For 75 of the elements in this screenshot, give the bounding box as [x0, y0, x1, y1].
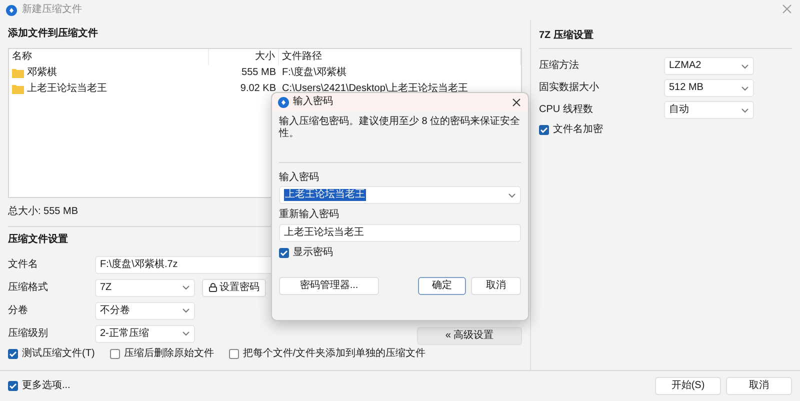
app-icon: [278, 96, 289, 108]
dropdown[interactable]: LZMA2: [664, 57, 754, 75]
checkbox-label: 文件名加密: [553, 124, 603, 136]
close-icon: [782, 4, 792, 14]
lock-icon: [208, 283, 216, 292]
field-value: F:\度盘\邓紫棋.7z: [100, 258, 178, 270]
dropdown-value: 512 MB: [669, 82, 704, 94]
cancel-button[interactable]: 取消: [471, 276, 521, 294]
checkbox-label: 显示密码: [293, 246, 333, 258]
advanced-settings-button[interactable]: « 高级设置: [417, 326, 522, 344]
checkbox-label: 测试压缩文件(T): [22, 348, 95, 360]
section-heading: 添加文件到压缩文件: [8, 28, 98, 40]
chevron-down-icon: [182, 308, 190, 313]
dropdown-value: 7Z: [100, 282, 112, 294]
field-value: 上老王论坛当老王: [284, 226, 364, 238]
password-manager-button[interactable]: 密码管理器...: [279, 276, 379, 294]
field-label: 压缩级别: [8, 328, 49, 340]
checkbox[interactable]: [8, 381, 18, 391]
checkbox[interactable]: [110, 348, 120, 358]
checkbox-label: 压缩后删除原始文件: [124, 348, 214, 360]
dialog-title: 输入密码: [293, 96, 333, 108]
file-name[interactable]: 邓紫棋: [27, 67, 57, 79]
start-button[interactable]: 开始(S): [655, 377, 721, 395]
dropdown[interactable]: 自动: [664, 101, 754, 119]
checkbox[interactable]: [228, 348, 239, 358]
column-header[interactable]: 文件路径: [279, 49, 521, 65]
field-label: CPU 线程数: [539, 104, 593, 116]
column-header[interactable]: 大小: [209, 49, 279, 65]
checkbox[interactable]: [8, 348, 18, 358]
chevron-down-icon: [508, 192, 516, 198]
folder-icon: [12, 84, 24, 94]
file-path: C:\Users\2421\Desktop\上老王论坛当老王: [281, 83, 470, 95]
field-label: 固实数据大小: [539, 82, 599, 94]
app-icon: [6, 4, 17, 16]
field-label: 压缩方法: [539, 60, 579, 72]
section-heading: 压缩文件设置: [8, 234, 68, 246]
dropdown-value: 自动: [669, 104, 689, 116]
set-password-button[interactable]: 设置密码: [202, 278, 266, 296]
checkbox[interactable]: [539, 124, 549, 134]
total-size: 总大小: 555 MB: [8, 206, 78, 218]
chevron-down-icon: [741, 64, 749, 68]
chevron-down-icon: [182, 331, 190, 336]
chevron-down-icon: [182, 285, 190, 290]
field-value: 上老王论坛当老王: [284, 189, 366, 201]
dropdown-value: LZMA2: [669, 60, 702, 72]
file-size: 555 MB: [240, 67, 277, 79]
dropdown-value: 2-正常压缩: [100, 328, 149, 340]
field-label: 压缩格式: [8, 282, 49, 294]
chevron-down-icon: [741, 86, 749, 90]
ok-button[interactable]: 确定: [418, 276, 466, 294]
close-icon[interactable]: [512, 98, 521, 107]
section-heading: 7Z 压缩设置: [539, 30, 594, 42]
field-label: 分卷: [8, 304, 29, 316]
cancel-button[interactable]: 取消: [726, 377, 792, 395]
dropdown[interactable]: 2-正常压缩: [95, 324, 195, 342]
file-name[interactable]: 上老王论坛当老王: [27, 83, 107, 95]
dropdown[interactable]: 7Z: [95, 278, 195, 296]
checkbox[interactable]: [279, 248, 289, 258]
window-title: 新建压缩文件: [22, 4, 82, 16]
dropdown-value: 不分卷: [100, 304, 130, 316]
checkbox-label: 更多选项...: [22, 380, 70, 392]
text-field[interactable]: 上老王论坛当老王: [279, 224, 521, 242]
password-dropdown[interactable]: 上老王论坛当老王: [279, 186, 521, 204]
file-size: 9.02 KB: [239, 83, 277, 95]
dropdown[interactable]: 不分卷: [95, 302, 195, 320]
dialog-message: 输入压缩包密码。建议使用至少 8 位的密码来保证安全性。: [279, 116, 520, 139]
chevron-down-icon: [741, 108, 749, 112]
file-path: F:\度盘\邓紫棋: [281, 67, 348, 79]
field-label: 输入密码: [279, 172, 320, 184]
checkbox-label: 把每个文件/文件夹添加到单独的压缩文件: [242, 348, 426, 360]
folder-icon: [12, 68, 24, 78]
dropdown[interactable]: 512 MB: [664, 79, 754, 97]
column-header[interactable]: 名称: [9, 49, 209, 65]
field-label: 文件名: [8, 258, 39, 270]
field-label: 重新输入密码: [279, 209, 340, 221]
